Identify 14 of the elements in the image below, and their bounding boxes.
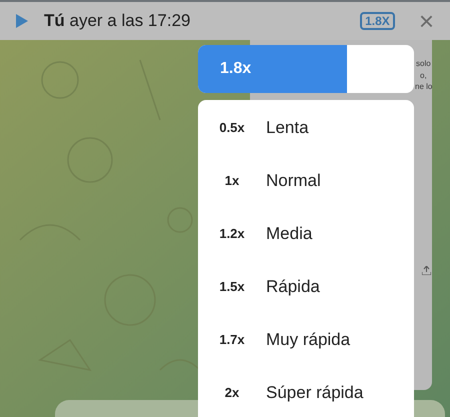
speed-value: 1.8x — [220, 59, 252, 79]
speed-menu-item[interactable]: 1x Normal — [198, 154, 414, 207]
document-text: ne lo — [415, 81, 432, 93]
play-icon[interactable] — [16, 14, 28, 28]
speed-menu-item[interactable]: 1.5x Rápida — [198, 260, 414, 313]
document-text: solo — [416, 58, 431, 70]
speed-menu-item[interactable]: 0.5x Lenta — [198, 101, 414, 154]
speed-slider[interactable]: 1.8x — [198, 45, 414, 93]
speed-menu-item[interactable]: 1.7x Muy rápida — [198, 313, 414, 366]
share-icon[interactable] — [422, 266, 431, 275]
speed-menu-item[interactable]: 1.2x Media — [198, 207, 414, 260]
header-title: Tú ayer a las 17:29 — [44, 10, 192, 32]
document-text: o, — [420, 70, 427, 82]
speed-menu-item[interactable]: 2x Súper rápida — [198, 366, 414, 417]
